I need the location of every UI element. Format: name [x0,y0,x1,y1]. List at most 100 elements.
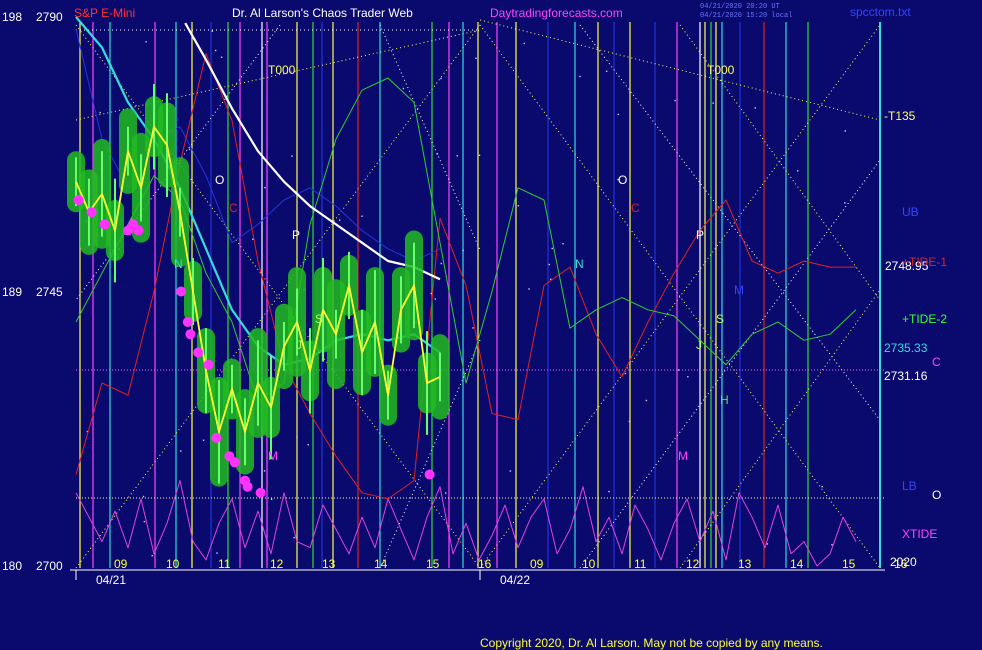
star-dot [551,247,553,250]
axis-bottom-bars: 180 [2,559,22,573]
axis-top-price: 2790 [36,10,63,24]
magenta-dot [211,432,222,443]
star-dot [766,543,769,545]
hour-label: 14 [790,557,804,571]
magenta-dot [424,469,435,480]
chart-label: J [696,338,702,352]
star-dot [523,42,526,45]
star-dot [264,186,266,189]
star-dot [797,170,799,172]
axis-top-bars: 198 [2,10,22,24]
hour-label: 15 [842,557,856,571]
date-label-2: 04/22 [500,573,530,587]
right-label: -T135 [884,109,916,123]
star-dot [478,154,481,156]
chart-title: Dr. Al Larson's Chaos Trader Web [232,6,413,20]
star-dot [674,99,676,102]
star-dot [143,520,146,523]
right-label: +TIDE-1 [902,255,947,269]
chart-label: M [734,283,744,297]
star-dot [361,215,363,217]
star-dot [263,470,266,472]
site-link[interactable]: Daytradingforecasts.com [490,6,623,20]
magenta-dot [176,286,187,297]
star-dot [151,554,153,557]
right-label: 2735.33 [884,341,928,355]
star-dot [617,113,619,116]
star-dot [754,107,756,109]
star-dot [402,87,405,90]
file-name: spcctom.txt [850,5,911,19]
star-dot [677,369,680,371]
axis-mid-price: 2745 [36,285,63,299]
star-dot [440,262,442,265]
star-dot [456,155,458,157]
magenta-dot [73,195,84,205]
right-label: XTIDE [902,527,937,541]
right-label: +TIDE-2 [902,312,947,326]
star-dot [687,375,689,378]
hour-label: 13 [738,557,752,571]
chart-background [0,0,982,650]
timestamp-local: 04/21/2020 15:20 local [700,12,792,20]
star-dot [608,490,610,493]
right-label: O [932,488,941,502]
hour-label: 14 [374,557,388,571]
magenta-dot [99,219,110,230]
chart-label: P [696,228,704,242]
star-dot [338,219,341,221]
copyright-text: Copyright 2020, Dr. Al Larson. May not b… [480,636,823,650]
chart-label: S [716,312,724,326]
date-label-1: 04/21 [96,573,126,587]
star-dot [99,111,101,114]
right-label: 2020 [890,555,917,569]
chart-label: C [229,201,238,215]
star-dot [472,327,474,329]
star-dot [528,288,530,290]
hour-label: 09 [530,557,544,571]
magenta-dot [203,359,214,370]
magenta-dot [185,329,196,340]
star-dot [440,77,442,80]
magenta-dot [182,317,193,327]
star-dot [436,153,438,155]
chart-label: H [720,393,729,407]
star-dot [214,49,217,52]
magenta-dot [133,225,144,236]
hour-label: 13 [322,557,336,571]
star-dot [180,450,182,452]
star-dot [548,263,551,266]
magenta-dot [193,347,204,358]
star-dot [844,130,846,132]
right-label: C [932,355,941,369]
chart-label: N [174,257,183,271]
star-dot [430,292,433,295]
hour-label: 12 [270,557,284,571]
magenta-dot [255,487,266,498]
symbol-label: S&P E-Mini [74,6,135,20]
chart-label: N [575,257,584,271]
chart-label: T000 [268,63,296,77]
chart-label: P [292,228,300,242]
star-dot [211,30,214,32]
star-dot [624,372,627,375]
chart-label: M [268,449,278,463]
magenta-dot [229,457,240,468]
star-dot [509,470,512,472]
hour-label: 10 [582,557,596,571]
hour-label: 09 [114,557,128,571]
star-dot [270,498,273,500]
magenta-dot [242,481,253,492]
right-label: 2731.16 [884,369,928,383]
chart-label: S [315,312,323,326]
star-dot [202,439,205,442]
hour-label: 15 [426,557,440,571]
chart-label: J [296,338,302,352]
magenta-dot [86,207,97,218]
star-dot [562,242,564,245]
hour-label: 11 [634,557,647,571]
chart-label: M [678,449,688,463]
star-dot [462,249,464,252]
star-dot [434,298,436,300]
right-label: LB [902,479,917,493]
